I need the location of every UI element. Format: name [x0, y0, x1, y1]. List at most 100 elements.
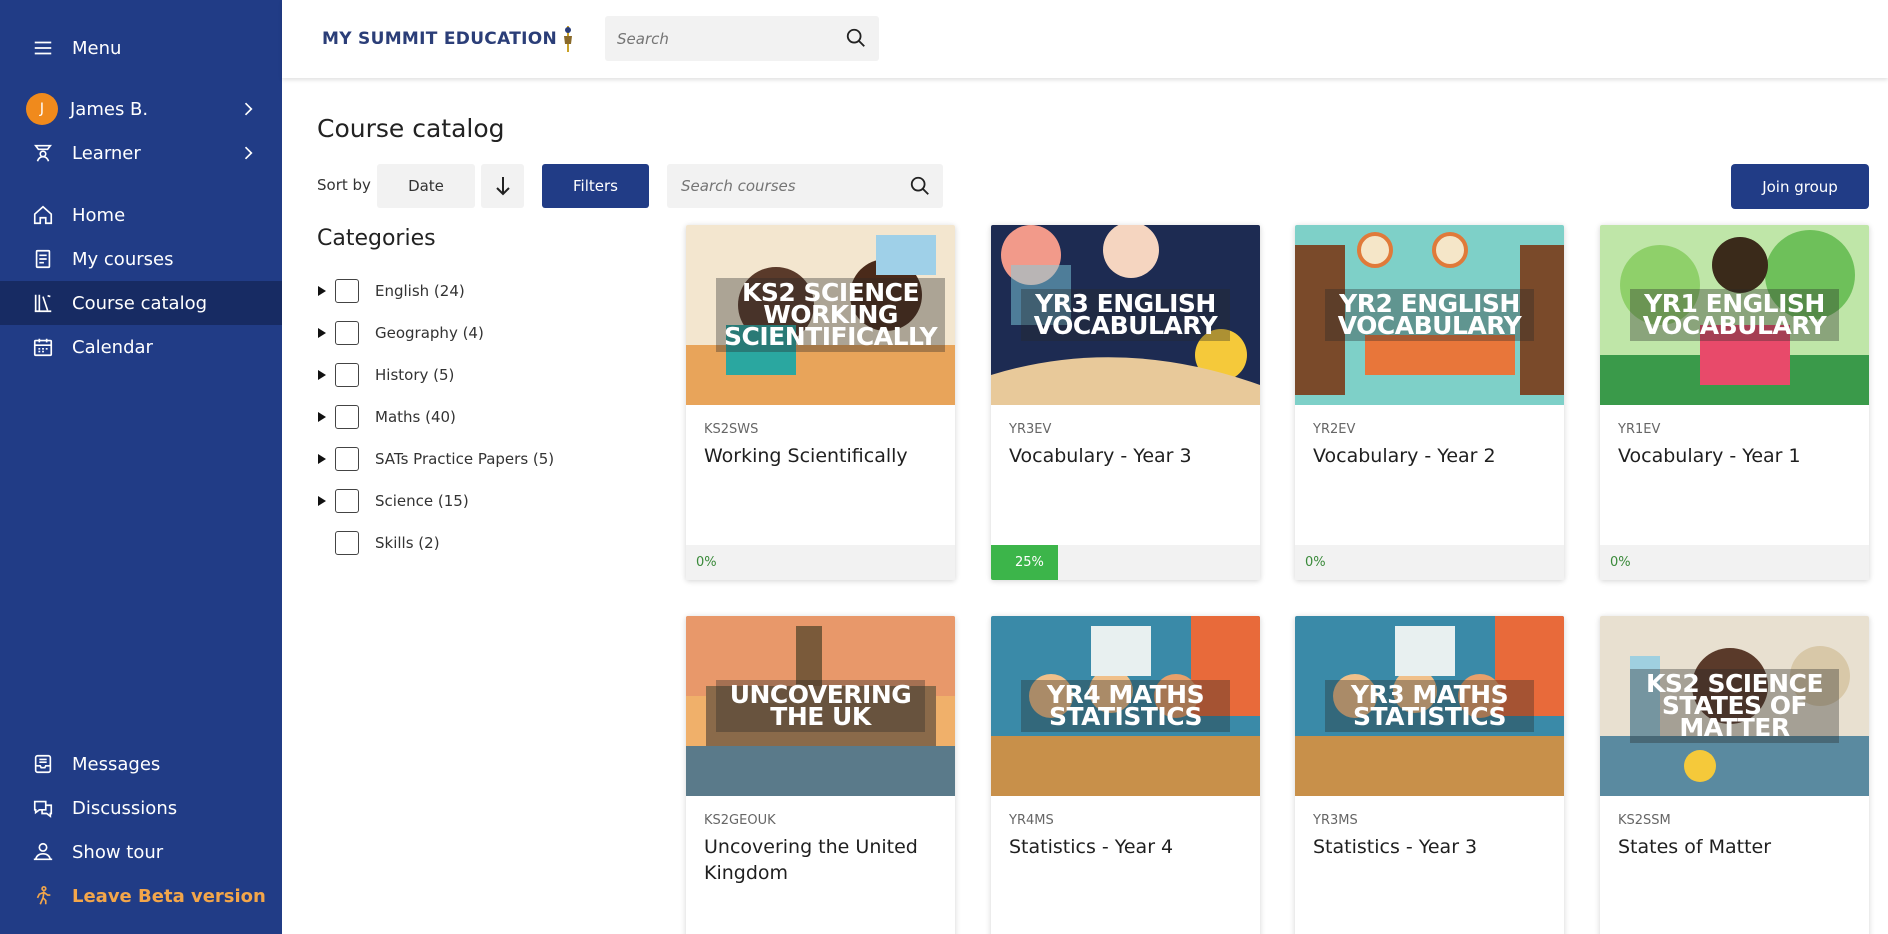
sidebar-item-label: Messages: [72, 753, 161, 775]
sidebar-item-course-catalog[interactable]: Course catalog: [0, 281, 282, 325]
course-name[interactable]: States of Matter: [1618, 834, 1858, 860]
course-code: KS2SWS: [704, 422, 759, 437]
course-thumbnail: KS2 Science Working Scientifically: [686, 225, 955, 405]
library-icon: [32, 292, 54, 314]
caret-right-icon[interactable]: [317, 285, 331, 297]
category-item: History (5): [317, 362, 454, 388]
category-label[interactable]: Geography (4): [375, 324, 484, 342]
category-checkbox[interactable]: [335, 531, 359, 555]
category-label[interactable]: Skills (2): [375, 534, 440, 552]
category-label[interactable]: Science (15): [375, 492, 469, 510]
category-checkbox[interactable]: [335, 321, 359, 345]
filters-button[interactable]: Filters: [542, 164, 649, 208]
logo[interactable]: MY SUMMIT EDUCATION: [322, 24, 575, 54]
thumbnail-caption: Uncovering the UK: [686, 680, 955, 732]
course-thumbnail: YR3 English Vocabulary: [991, 225, 1260, 405]
course-code: YR3MS: [1313, 813, 1358, 828]
thumbnail-caption: KS2 Science Working Scientifically: [686, 278, 955, 352]
sort-direction-button[interactable]: [481, 164, 524, 208]
thumbnail-text: KS2 Science Working Scientifically: [716, 278, 946, 352]
course-thumbnail: YR2 English Vocabulary: [1295, 225, 1564, 405]
header-search-input[interactable]: [617, 29, 837, 48]
course-thumbnail: YR1 English Vocabulary: [1600, 225, 1869, 405]
progress-bar: 25%: [991, 545, 1260, 580]
user-menu[interactable]: J James B.: [0, 87, 282, 131]
menu-label: Menu: [72, 37, 122, 59]
progress-bar: 0%: [686, 545, 955, 580]
sort-select[interactable]: Date: [377, 164, 475, 208]
course-name[interactable]: Vocabulary - Year 1: [1618, 443, 1858, 469]
course-card[interactable]: KS2 Science States of Matter KS2SSM States…: [1600, 616, 1869, 934]
thumbnail-text: YR1 English Vocabulary: [1630, 289, 1839, 341]
role-label: Learner: [72, 142, 141, 164]
course-card[interactable]: YR2 English Vocabulary YR2EV Vocabulary - …: [1295, 225, 1564, 580]
category-checkbox[interactable]: [335, 405, 359, 429]
category-label[interactable]: English (24): [375, 282, 465, 300]
sidebar-item-home[interactable]: Home: [0, 193, 282, 237]
sidebar-item-label: Discussions: [72, 797, 178, 819]
course-card[interactable]: YR4 Maths Statistics YR4MS Statistics - Ye…: [991, 616, 1260, 934]
caret-right-icon[interactable]: [317, 453, 331, 465]
progress-bar: 0%: [1600, 545, 1869, 580]
learner-icon: [32, 142, 54, 164]
thumbnail-text: YR2 English Vocabulary: [1325, 289, 1534, 341]
course-code: YR2EV: [1313, 422, 1356, 437]
category-checkbox[interactable]: [335, 279, 359, 303]
category-checkbox[interactable]: [335, 363, 359, 387]
sidebar-item-my-courses[interactable]: My courses: [0, 237, 282, 281]
course-name[interactable]: Working Scientifically: [704, 443, 944, 469]
sidebar-item-calendar[interactable]: Calendar: [0, 325, 282, 369]
exit-icon: [32, 885, 54, 907]
course-name[interactable]: Statistics - Year 3: [1313, 834, 1553, 860]
course-card[interactable]: KS2 Science Working Scientifically KS2SWS…: [686, 225, 955, 580]
course-card[interactable]: YR3 Maths Statistics YR3MS Statistics - Ye…: [1295, 616, 1564, 934]
course-thumbnail: YR3 Maths Statistics: [1295, 616, 1564, 796]
category-item: Skills (2): [317, 530, 440, 556]
course-card[interactable]: YR1 English Vocabulary YR1EV Vocabulary - …: [1600, 225, 1869, 580]
page-title: Course catalog: [317, 114, 505, 143]
search-icon[interactable]: [845, 27, 867, 49]
role-menu[interactable]: Learner: [0, 131, 282, 175]
course-name[interactable]: Vocabulary - Year 3: [1009, 443, 1249, 469]
course-code: YR4MS: [1009, 813, 1054, 828]
user-name: James B.: [70, 98, 149, 120]
category-item: SATs Practice Papers (5): [317, 446, 554, 472]
sidebar-item-label: Home: [72, 204, 126, 226]
search-icon[interactable]: [909, 175, 931, 197]
category-checkbox[interactable]: [335, 489, 359, 513]
sidebar-item-leave-beta[interactable]: Leave Beta version: [0, 874, 282, 918]
course-name[interactable]: Vocabulary - Year 2: [1313, 443, 1553, 469]
caret-right-icon[interactable]: [317, 495, 331, 507]
course-name[interactable]: Uncovering the United Kingdom: [704, 834, 944, 886]
book-icon: [32, 248, 54, 270]
sidebar-item-discussions[interactable]: Discussions: [0, 786, 282, 830]
sidebar-item-messages[interactable]: Messages: [0, 742, 282, 786]
category-label[interactable]: SATs Practice Papers (5): [375, 450, 554, 468]
category-checkbox[interactable]: [335, 447, 359, 471]
menu-button[interactable]: Menu: [0, 26, 282, 70]
caret-right-icon[interactable]: [317, 369, 331, 381]
caret-right-icon[interactable]: [317, 411, 331, 423]
progress-percent: 0%: [696, 555, 717, 570]
course-name[interactable]: Statistics - Year 4: [1009, 834, 1249, 860]
thumbnail-caption: KS2 Science States of Matter: [1600, 669, 1869, 743]
category-item: Geography (4): [317, 320, 484, 346]
category-label[interactable]: Maths (40): [375, 408, 456, 426]
course-card[interactable]: Uncovering the UK KS2GEOUK Uncovering the …: [686, 616, 955, 934]
sidebar-item-show-tour[interactable]: Show tour: [0, 830, 282, 874]
join-group-button[interactable]: Join group: [1731, 164, 1869, 209]
sidebar: Menu J James B. Learner Home My courses …: [0, 0, 282, 934]
caret-right-icon[interactable]: [317, 327, 331, 339]
hamburger-icon: [32, 37, 54, 59]
thumbnail-text: KS2 Science States of Matter: [1630, 669, 1839, 743]
chevron-right-icon: [238, 143, 258, 163]
course-card[interactable]: YR3 English Vocabulary YR3EV Vocabulary - …: [991, 225, 1260, 580]
category-label[interactable]: History (5): [375, 366, 454, 384]
category-item: English (24): [317, 278, 465, 304]
thumbnail-text: YR3 Maths Statistics: [1325, 680, 1534, 732]
category-item: Science (15): [317, 488, 469, 514]
course-search-input[interactable]: [681, 177, 901, 195]
avatar: J: [26, 93, 58, 125]
sidebar-item-label: Show tour: [72, 841, 164, 863]
thumbnail-caption: YR1 English Vocabulary: [1600, 289, 1869, 341]
